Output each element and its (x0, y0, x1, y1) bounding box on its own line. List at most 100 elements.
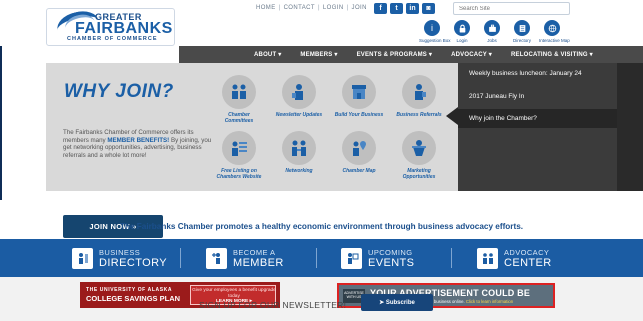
tile-line2: EVENTS (368, 257, 415, 269)
top-link-contact[interactable]: CONTACT (284, 5, 315, 11)
newsletter-icon (282, 75, 316, 109)
quick-link-directory[interactable]: Directory (509, 20, 535, 43)
directory-icon (514, 20, 530, 36)
tile-become-member[interactable]: BECOME A MEMBER (206, 239, 284, 277)
quick-link-jobs[interactable]: Jobs (479, 20, 505, 43)
info-icon: i (424, 20, 440, 36)
instagram-icon[interactable]: ◙ (422, 3, 435, 14)
top-link-separator: | (278, 5, 281, 11)
map-icon (544, 20, 560, 36)
add-member-icon (206, 247, 227, 269)
lock-icon (454, 20, 470, 36)
member-benefits-link[interactable]: MEMBER BENEFITS! (107, 137, 169, 144)
ad-offer-text: Give your employees a benefit upgrade to… (192, 288, 276, 299)
benefit-label: Build Your Business (334, 112, 384, 118)
benefit-networking: Networking (274, 131, 324, 174)
linkedin-icon[interactable]: in (406, 3, 419, 14)
site-header: GREATER FAIRBANKS CHAMBER OF COMMERCE HO… (0, 0, 643, 46)
tile-text: BECOME A MEMBER (233, 247, 284, 269)
tile-text: UPCOMING EVENTS (368, 247, 414, 269)
marketing-icon (402, 131, 436, 165)
benefit-chamber-map: Chamber Map (334, 131, 384, 174)
main-nav: ABOUT ▾ MEMBERS ▾ EVENTS & PROGRAMS ▾ AD… (179, 46, 643, 63)
quick-link-label: Suggestion Box (419, 38, 451, 43)
tile-line2: DIRECTORY (99, 257, 167, 269)
tile-divider (316, 248, 317, 268)
listing-icon (222, 131, 256, 165)
tile-text: BUSINESS DIRECTORY (99, 247, 167, 269)
benefit-business-referrals: Business Referrals (394, 75, 444, 118)
tile-line2: CENTER (504, 257, 552, 269)
active-slide-pointer (446, 107, 458, 125)
networking-icon (282, 131, 316, 165)
benefit-chamber-committees: Chamber Committees (214, 75, 264, 124)
feature-tiles-bar: BUSINESS DIRECTORY BECOME A MEMBER UPCOM… (0, 239, 643, 277)
benefit-label: Marketing Opportunities (402, 168, 436, 180)
benefit-label: Business Referrals (396, 112, 442, 118)
top-link-login[interactable]: LOGIN (323, 5, 344, 11)
map-pin-icon (342, 131, 376, 165)
tile-divider (180, 248, 181, 268)
top-link-home[interactable]: HOME (256, 5, 276, 11)
ad-university-text: THE UNIVERSITY OF ALASKA (86, 287, 173, 293)
quick-link-label: Jobs (487, 38, 497, 43)
nav-item-about[interactable]: ABOUT ▾ (254, 51, 281, 58)
quick-link-label: Interactive Map (539, 38, 570, 43)
quick-link-label: Directory (512, 38, 531, 43)
hero-title: WHY JOIN? (64, 81, 174, 102)
tile-upcoming-events[interactable]: UPCOMING EVENTS (341, 239, 414, 277)
tile-business-directory[interactable]: BUSINESS DIRECTORY (72, 239, 167, 277)
benefit-label: Free Listing on Chambers Website (216, 168, 262, 180)
subscribe-button[interactable]: ➤ Subscribe (361, 294, 433, 311)
newsletter-label: SIGN UP FOR OUR NEWSLETTER! (199, 300, 347, 310)
benefit-label: Networking (285, 168, 313, 174)
social-icons: f t in ◙ (374, 3, 435, 14)
facebook-icon[interactable]: f (374, 3, 387, 14)
calendar-icon (341, 247, 362, 269)
ad-savings-plan-text: COLLEGE SAVINGS PLAN (86, 294, 181, 303)
twitter-icon[interactable]: t (390, 3, 403, 14)
tile-text: ADVOCACY CENTER (504, 247, 552, 269)
nav-item-relocating-visiting[interactable]: RELOCATING & VISITING ▾ (511, 51, 593, 58)
benefit-build-your-business: Build Your Business (334, 75, 384, 118)
top-link-separator: | (317, 5, 320, 11)
tile-advocacy-center[interactable]: ADVOCACY CENTER (477, 239, 552, 277)
top-link-join[interactable]: JOIN (352, 5, 367, 11)
logo-chamber-text: CHAMBER OF COMMERCE (67, 36, 158, 42)
benefit-label: Chamber Committees (224, 112, 254, 124)
quick-link-label: Login (456, 38, 468, 43)
benefit-marketing-opportunities: Marketing Opportunities (394, 131, 444, 180)
panel-edge-strip (617, 63, 643, 191)
benefit-label: Newsletter Updates (275, 112, 323, 118)
top-link-separator: | (346, 5, 349, 11)
tile-divider (451, 248, 452, 268)
nav-item-events-programs[interactable]: EVENTS & PROGRAMS ▾ (357, 51, 433, 58)
hero-slide: WHY JOIN? The Fairbanks Chamber of Comme… (46, 63, 458, 238)
panel-item-why-join[interactable]: Why join the Chamber? (458, 109, 617, 128)
top-links: HOME | CONTACT | LOGIN | JOIN (256, 5, 367, 11)
chamber-tagline: The Fairbanks Chamber promotes a healthy… (119, 222, 524, 231)
panel-item-juneau-fly-in[interactable]: 2017 Juneau Fly In (458, 87, 617, 106)
panel-item-luncheon[interactable]: Weekly business luncheon: January 24 (458, 64, 617, 83)
advocacy-icon (477, 247, 498, 269)
directory-icon (72, 247, 93, 269)
search-input[interactable] (453, 2, 570, 15)
quick-link-login[interactable]: Login (449, 20, 475, 43)
advertise-info-link[interactable]: Click to learn information (466, 299, 513, 304)
committee-icon (222, 75, 256, 109)
briefcase-icon (484, 20, 500, 36)
news-side-panel: Weekly business luncheon: January 24 201… (458, 63, 643, 191)
referral-icon (402, 75, 436, 109)
benefit-label: Chamber Map (342, 168, 376, 174)
quick-link-suggestion-box[interactable]: i Suggestion Box (419, 20, 451, 43)
benefit-newsletter-updates: Newsletter Updates (274, 75, 324, 118)
nav-item-advocacy[interactable]: ADVOCACY ▾ (451, 51, 492, 58)
chamber-logo[interactable]: GREATER FAIRBANKS CHAMBER OF COMMERCE (46, 7, 175, 46)
nav-item-members[interactable]: MEMBERS ▾ (300, 51, 337, 58)
hero-intro: The Fairbanks Chamber of Commerce offers… (63, 129, 213, 159)
storefront-icon (342, 75, 376, 109)
quick-links: i Suggestion Box Login Jobs Directory In… (419, 20, 570, 43)
tile-line2: MEMBER (233, 257, 284, 269)
benefit-free-listing: Free Listing on Chambers Website (214, 131, 264, 180)
quick-link-interactive-map[interactable]: Interactive Map (539, 20, 570, 43)
